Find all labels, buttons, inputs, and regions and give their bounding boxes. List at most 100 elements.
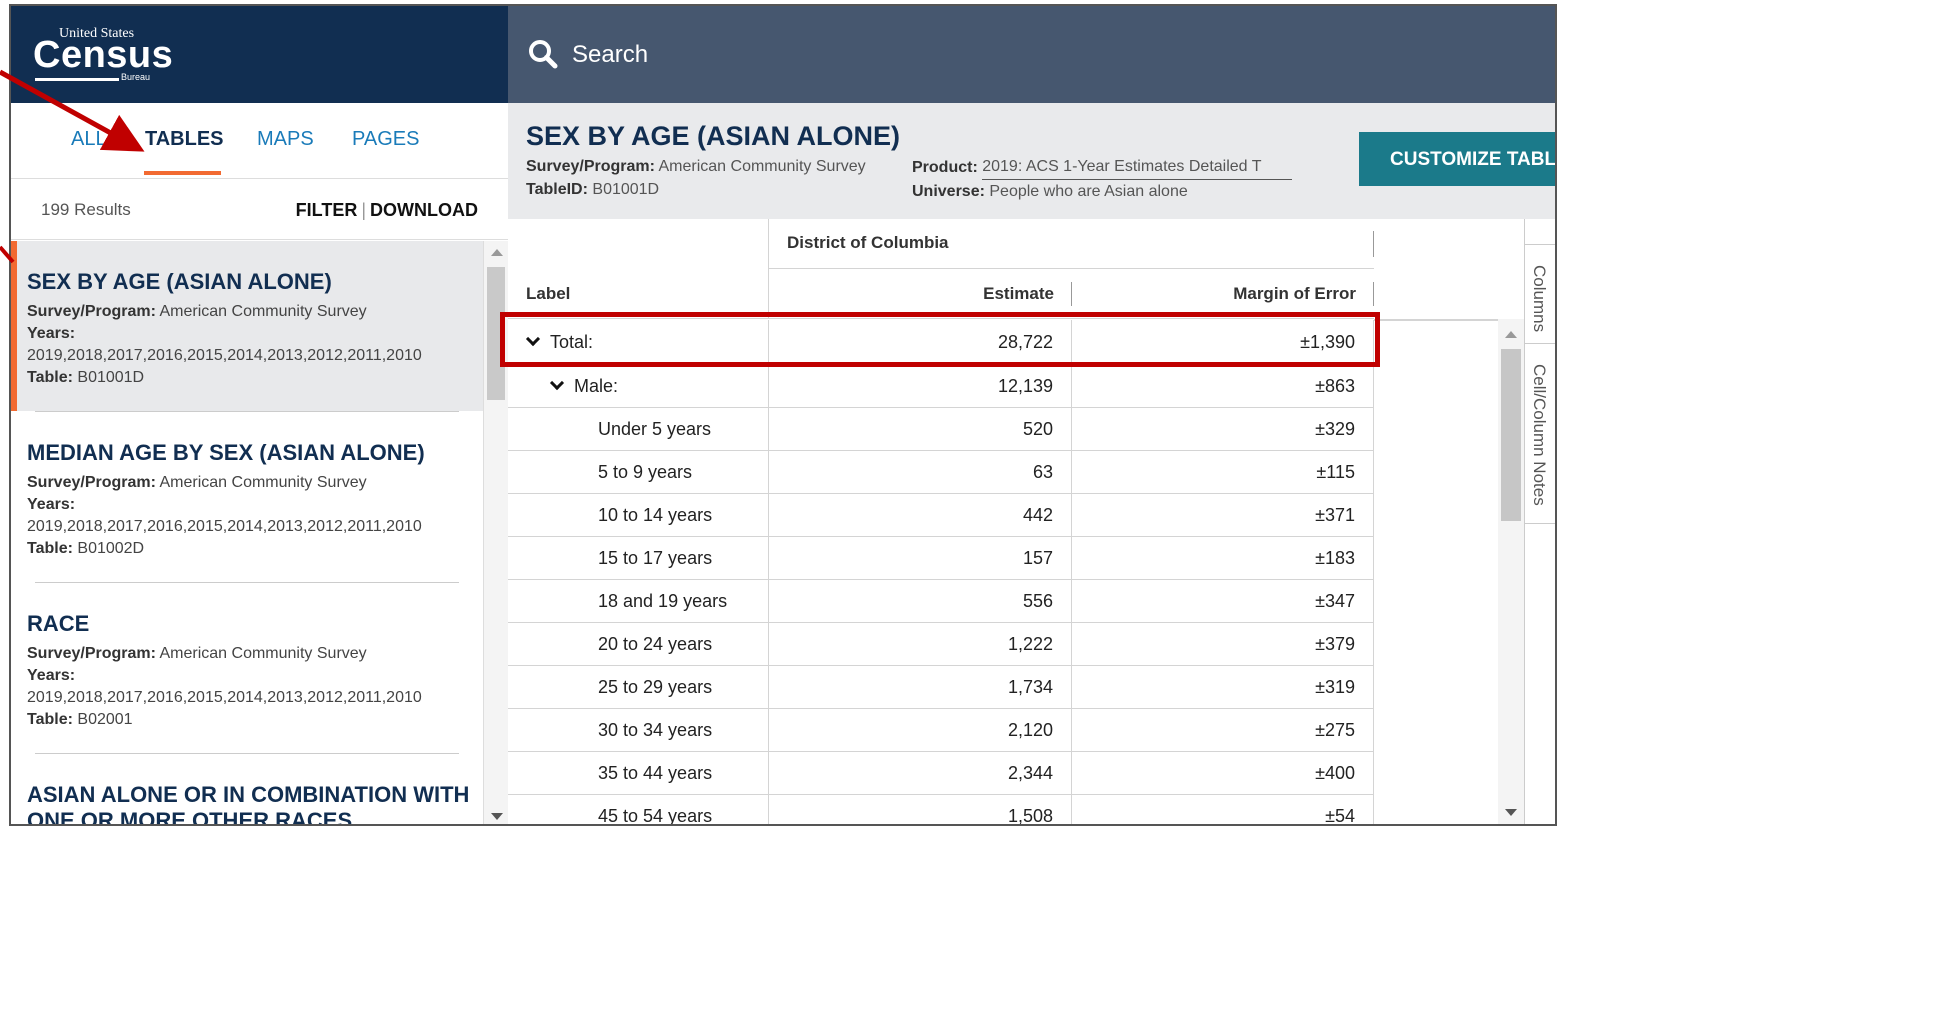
row-label-cell: 25 to 29 years [508, 666, 769, 708]
result-card[interactable]: ASIAN ALONE OR IN COMBINATION WITH ONE O… [11, 754, 483, 824]
result-title[interactable]: SEX BY AGE (ASIAN ALONE) [27, 269, 332, 295]
product-label: Product: [912, 159, 978, 176]
table-value: B01002D [77, 540, 145, 557]
logo-bureau: Bureau [121, 72, 151, 82]
estimate-cell: 63 [769, 451, 1072, 493]
search-bar[interactable]: Search [508, 6, 1555, 103]
moe-cell: ±115 [1072, 451, 1374, 493]
table-value: B01001D [77, 369, 145, 386]
side-tab-notes[interactable]: Cell/Column Notes [1525, 344, 1555, 524]
moe-cell: ±347 [1072, 580, 1374, 622]
moe-cell: ±400 [1072, 752, 1374, 794]
scroll-down-arrow-icon[interactable] [491, 813, 503, 820]
scroll-down-arrow-icon[interactable] [1505, 809, 1517, 816]
result-meta: Survey/Program: American Community Surve… [27, 472, 422, 560]
download-button[interactable]: DOWNLOAD [370, 200, 478, 220]
survey-value: American Community Survey [159, 645, 367, 662]
moe-cell: ±379 [1072, 623, 1374, 665]
column-header-estimate-text: Estimate [983, 283, 1054, 303]
table-row: Under 5 years 520 ±329 [508, 408, 1374, 451]
chevron-down-icon[interactable] [525, 331, 541, 347]
moe-cell: ±54 [1072, 795, 1374, 824]
table-label: Table: [27, 540, 73, 557]
row-label: 10 to 14 years [598, 504, 713, 525]
side-tab-columns-label: Columns [1530, 265, 1549, 333]
row-label-cell[interactable]: Total: [508, 320, 769, 364]
estimate-cell: 1,508 [769, 795, 1072, 824]
left-panel: United States Census Bureau ALL TABLES M… [11, 6, 508, 824]
row-label-cell: 30 to 34 years [508, 709, 769, 751]
scroll-up-arrow-icon[interactable] [491, 249, 503, 256]
result-title[interactable]: RACE [27, 611, 89, 637]
estimate-cell: 442 [769, 494, 1072, 536]
result-card[interactable]: SEX BY AGE (ASIAN ALONE) Survey/Program:… [11, 241, 483, 411]
table-row: 18 and 19 years 556 ±347 [508, 580, 1374, 623]
result-card[interactable]: MEDIAN AGE BY SEX (ASIAN ALONE) Survey/P… [11, 412, 483, 582]
side-tab-columns[interactable]: Columns [1525, 244, 1555, 344]
customize-table-button[interactable]: CUSTOMIZE TABLE [1359, 132, 1555, 186]
table-row: 35 to 44 years 2,344 ±400 [508, 752, 1374, 795]
table-meta-right: Product: 2019: ACS 1-Year Estimates Deta… [912, 155, 1293, 204]
tab-pages[interactable]: PAGES [352, 128, 419, 151]
table-row: 20 to 24 years 1,222 ±379 [508, 623, 1374, 666]
table-row: Total: 28,722 ±1,390 [508, 320, 1374, 365]
table-scrollbar[interactable] [1498, 319, 1524, 824]
estimate-cell: 28,722 [769, 320, 1072, 364]
table-row: 25 to 29 years 1,734 ±319 [508, 666, 1374, 709]
tableid-value: B01001D [592, 181, 660, 198]
result-title-continued[interactable]: ONE OR MORE OTHER RACES [27, 808, 352, 824]
product-select[interactable]: 2019: ACS 1-Year Estimates Detailed T [982, 155, 1293, 180]
tab-maps[interactable]: MAPS [257, 128, 314, 151]
row-label-cell[interactable]: Male: [508, 365, 769, 407]
years-value: 2019,2018,2017,2016,2015,2014,2013,2012,… [27, 347, 422, 364]
row-label-cell: 15 to 17 years [508, 537, 769, 579]
search-icon[interactable] [528, 39, 558, 69]
row-label-cell: 5 to 9 years [508, 451, 769, 493]
result-title[interactable]: ASIAN ALONE OR IN COMBINATION WITH [27, 782, 469, 808]
row-label: Male: [574, 375, 619, 396]
search-input[interactable]: Search [572, 41, 648, 69]
scroll-up-arrow-icon[interactable] [1505, 331, 1517, 338]
side-tab-notes-label: Cell/Column Notes [1530, 364, 1549, 506]
row-label-cell: 45 to 54 years [508, 795, 769, 824]
years-label: Years: [27, 325, 76, 342]
universe-value: People who are Asian alone [989, 183, 1188, 200]
separator: | [361, 200, 367, 220]
side-panel-tabs: Columns Cell/Column Notes [1524, 219, 1555, 824]
row-label: 15 to 17 years [598, 547, 713, 568]
geography-name: District of Columbia [787, 233, 949, 252]
column-header-moe[interactable]: Margin of Error [1072, 269, 1374, 318]
logo-underline [35, 78, 119, 81]
tab-tables[interactable]: TABLES [145, 128, 224, 151]
results-scrollbar[interactable] [483, 241, 508, 824]
scroll-thumb[interactable] [1501, 349, 1521, 521]
table-row: 5 to 9 years 63 ±115 [508, 451, 1374, 494]
active-tab-indicator [144, 171, 221, 175]
table-header-area: SEX BY AGE (ASIAN ALONE) Survey/Program:… [508, 103, 1555, 219]
survey-value: American Community Survey [159, 474, 367, 491]
column-header-label[interactable]: Label [508, 269, 769, 318]
filter-button[interactable]: FILTER [296, 200, 358, 220]
geography-header[interactable]: District of Columbia [769, 219, 1374, 269]
survey-label: Survey/Program: [27, 645, 156, 662]
column-header-estimate[interactable]: Estimate [769, 269, 1072, 318]
row-label: Under 5 years [598, 418, 712, 439]
chevron-down-icon[interactable] [549, 375, 565, 391]
column-resize-handle[interactable] [1373, 282, 1374, 306]
years-value: 2019,2018,2017,2016,2015,2014,2013,2012,… [27, 518, 422, 535]
years-label: Years: [27, 667, 76, 684]
table-label: Table: [27, 711, 73, 728]
column-header-moe-text: Margin of Error [1233, 283, 1356, 303]
result-card[interactable]: RACE Survey/Program: American Community … [11, 583, 483, 753]
row-label: 25 to 29 years [598, 676, 713, 697]
tab-all[interactable]: ALL [71, 128, 107, 151]
results-count: 199 Results [41, 200, 131, 219]
header-logo-bar: United States Census Bureau [11, 6, 508, 103]
result-title[interactable]: MEDIAN AGE BY SEX (ASIAN ALONE) [27, 440, 425, 466]
survey-label: Survey/Program: [526, 158, 655, 175]
scroll-thumb[interactable] [487, 267, 505, 400]
survey-value: American Community Survey [159, 303, 367, 320]
row-label-cell: Under 5 years [508, 408, 769, 450]
result-meta: Survey/Program: American Community Surve… [27, 301, 422, 389]
column-resize-handle[interactable] [1373, 231, 1374, 257]
